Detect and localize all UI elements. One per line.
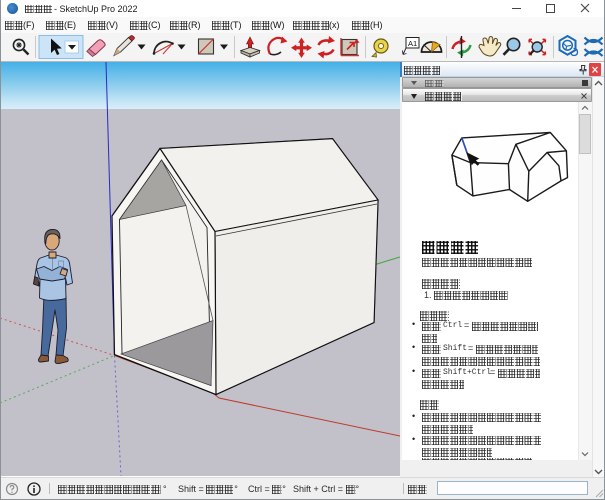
svg-text:A1: A1	[408, 39, 417, 48]
